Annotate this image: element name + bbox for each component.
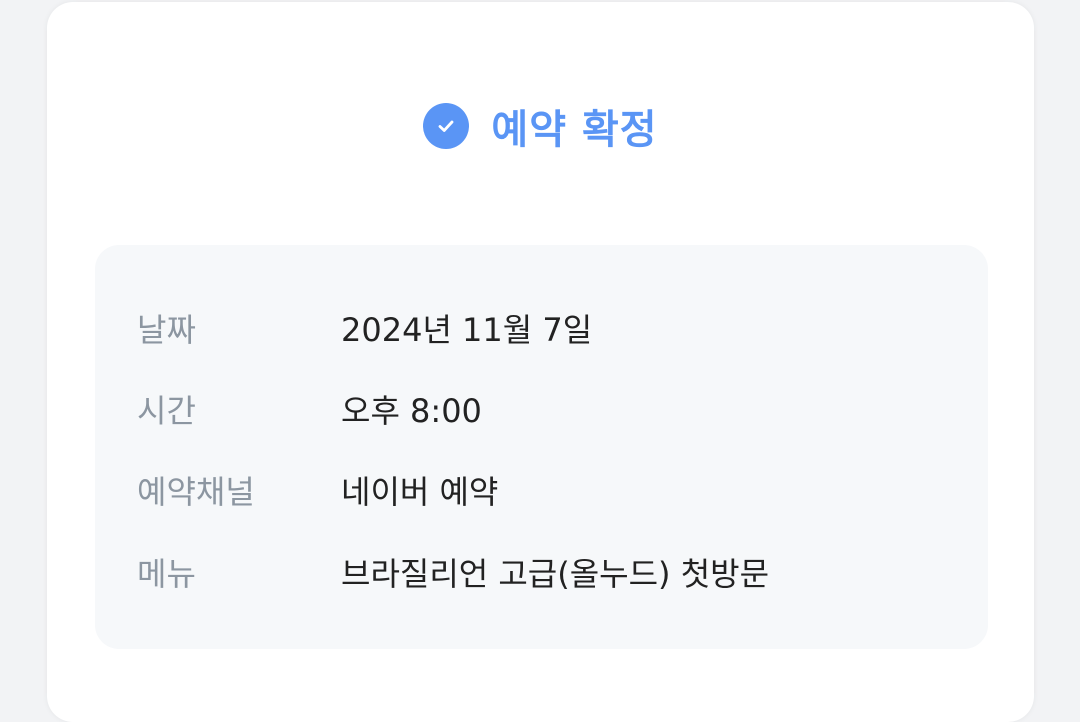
detail-row-time: 시간 오후 8:00 bbox=[137, 384, 948, 434]
reservation-details: 날짜 2024년 11월 7일 시간 오후 8:00 예약채널 네이버 예약 메… bbox=[95, 245, 988, 649]
reservation-card: 예약 확정 날짜 2024년 11월 7일 시간 오후 8:00 예약채널 네이… bbox=[47, 2, 1034, 722]
date-label: 날짜 bbox=[137, 311, 196, 349]
date-value: 2024년 11월 7일 bbox=[341, 311, 593, 349]
confirmation-header: 예약 확정 bbox=[47, 100, 1034, 153]
channel-value: 네이버 예약 bbox=[341, 473, 499, 511]
menu-value: 브라질리언 고급(올누드) 첫방문 bbox=[341, 555, 770, 593]
menu-label: 메뉴 bbox=[137, 555, 196, 593]
time-value: 오후 8:00 bbox=[341, 392, 482, 430]
check-circle-icon bbox=[423, 103, 470, 149]
channel-label: 예약채널 bbox=[137, 473, 255, 511]
time-label: 시간 bbox=[137, 392, 196, 430]
detail-row-date: 날짜 2024년 11월 7일 bbox=[137, 303, 948, 353]
detail-row-channel: 예약채널 네이버 예약 bbox=[137, 465, 948, 515]
detail-row-menu: 메뉴 브라질리언 고급(올누드) 첫방문 bbox=[137, 547, 948, 597]
page-title: 예약 확정 bbox=[491, 107, 658, 153]
